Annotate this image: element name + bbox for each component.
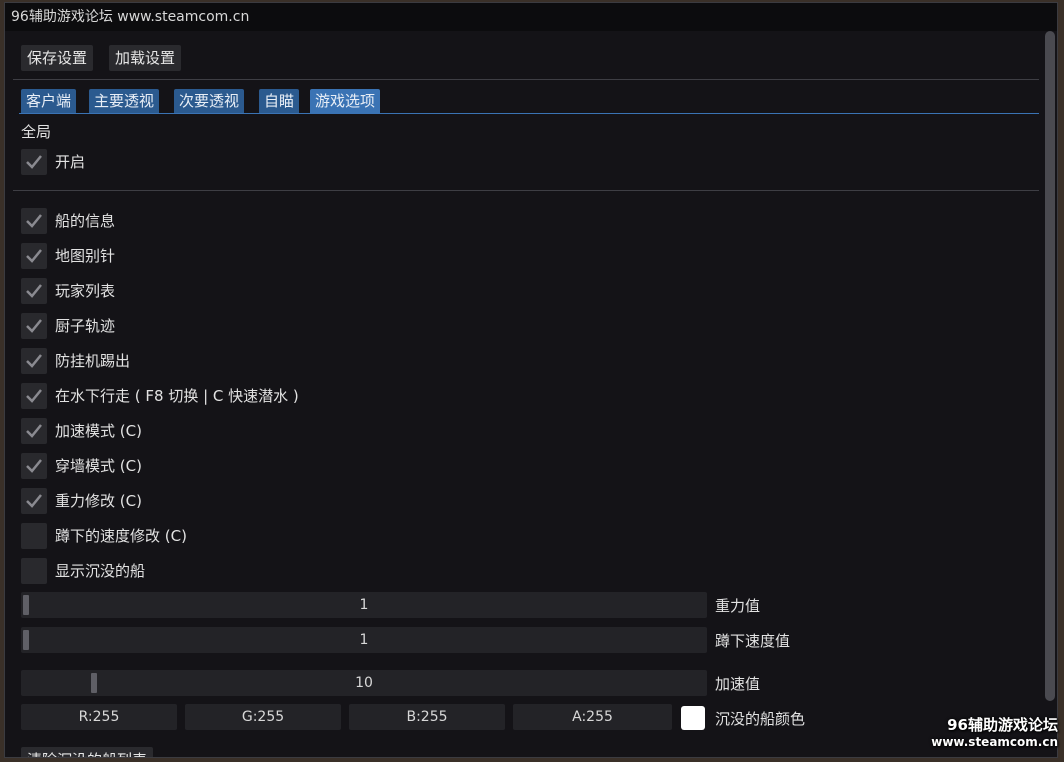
color-r-field[interactable]: R:255 <box>21 704 177 730</box>
slider-grab[interactable] <box>23 630 29 650</box>
checkbox-row-noclip-mode[interactable]: 穿墙模式 (C) <box>5 453 1057 479</box>
checkmark-icon <box>26 284 42 298</box>
gravity-value-label: 重力值 <box>715 597 761 615</box>
tab-client[interactable]: 客户端 <box>21 89 77 113</box>
checkbox-show-sunk-ships[interactable] <box>21 558 47 584</box>
slider-grab[interactable] <box>23 595 29 615</box>
checkbox-row-underwater-walk[interactable]: 在水下行走 ( F8 切换 | C 快速潜水 ) <box>5 383 1057 409</box>
checkbox-crouch-speed-mod[interactable] <box>21 523 47 549</box>
checkbox-row-gravity-mod[interactable]: 重力修改 (C) <box>5 488 1057 514</box>
checkbox-player-list[interactable] <box>21 278 47 304</box>
slider-value: 10 <box>355 675 373 691</box>
color-b-field[interactable]: B:255 <box>349 704 505 730</box>
watermark-url: www.steamcom.cn <box>931 735 1058 749</box>
checkmark-icon <box>26 214 42 228</box>
gravity-value-slider[interactable]: 1 <box>21 592 707 618</box>
checkbox-speed-mode[interactable] <box>21 418 47 444</box>
checkbox-label: 加速模式 (C) <box>55 422 142 440</box>
speed-value-slider[interactable]: 10 <box>21 670 707 696</box>
checkmark-icon <box>26 494 42 508</box>
scrollbar-thumb[interactable] <box>1045 31 1055 701</box>
speed-value-label: 加速值 <box>715 675 761 693</box>
separator <box>13 79 1039 80</box>
crouch-speed-value-label: 蹲下速度值 <box>715 632 791 650</box>
checkmark-icon <box>26 459 42 473</box>
checkbox-map-pins[interactable] <box>21 243 47 269</box>
checkbox-row-cook-trail[interactable]: 厨子轨迹 <box>5 313 1057 339</box>
checkbox-label: 在水下行走 ( F8 切换 | C 快速潜水 ) <box>55 387 299 405</box>
checkmark-icon <box>26 155 42 169</box>
checkbox-row-ship-info[interactable]: 船的信息 <box>5 208 1057 234</box>
checkbox-label: 开启 <box>55 153 86 171</box>
tab-bar-underline <box>19 113 1039 114</box>
checkbox-cook-trail[interactable] <box>21 313 47 339</box>
checkmark-icon <box>26 424 42 438</box>
checkbox-label: 重力修改 (C) <box>55 492 142 510</box>
checkbox-row-anti-afk[interactable]: 防挂机踢出 <box>5 348 1057 374</box>
checkbox-row-crouch-speed-mod[interactable]: 蹲下的速度修改 (C) <box>5 523 1057 549</box>
load-settings-button[interactable]: 加载设置 <box>109 45 182 71</box>
settings-panel: 保存设置 加载设置 客户端 主要透视 次要透视 自瞄 游戏选项 全局 开启 船的… <box>5 31 1057 757</box>
checkbox-label: 船的信息 <box>55 212 116 230</box>
checkbox-label: 厨子轨迹 <box>55 317 116 335</box>
checkbox-label: 显示沉没的船 <box>55 562 146 580</box>
checkmark-icon <box>26 249 42 263</box>
checkmark-icon <box>26 319 42 333</box>
color-a-field[interactable]: A:255 <box>513 704 672 730</box>
checkbox-noclip-mode[interactable] <box>21 453 47 479</box>
window-title: 96辅助游戏论坛 www.steamcom.cn <box>11 9 250 25</box>
section-heading-global: 全局 <box>21 123 52 141</box>
window-titlebar[interactable]: 96辅助游戏论坛 www.steamcom.cn <box>5 3 1057 31</box>
checkbox-gravity-mod[interactable] <box>21 488 47 514</box>
app-window: 96辅助游戏论坛 www.steamcom.cn 保存设置 加载设置 客户端 主… <box>4 2 1058 758</box>
slider-value: 1 <box>359 632 369 648</box>
color-swatch[interactable] <box>681 706 705 730</box>
slider-value: 1 <box>359 597 369 613</box>
checkbox-row-map-pins[interactable]: 地图别针 <box>5 243 1057 269</box>
checkbox-enable[interactable] <box>21 149 47 175</box>
checkmark-icon <box>26 389 42 403</box>
checkbox-anti-afk[interactable] <box>21 348 47 374</box>
sunk-ship-color-label: 沉没的船颜色 <box>715 710 806 728</box>
checkbox-underwater-walk[interactable] <box>21 383 47 409</box>
checkmark-icon <box>26 354 42 368</box>
checkbox-label: 蹲下的速度修改 (C) <box>55 527 187 545</box>
checkbox-label: 防挂机踢出 <box>55 352 131 370</box>
tab-secondary-esp[interactable]: 次要透视 <box>174 89 245 113</box>
vertical-scrollbar[interactable] <box>1043 31 1055 757</box>
checkbox-row-player-list[interactable]: 玩家列表 <box>5 278 1057 304</box>
tab-main-esp[interactable]: 主要透视 <box>89 89 160 113</box>
watermark-title: 96辅助游戏论坛 <box>947 716 1058 734</box>
crouch-speed-value-slider[interactable]: 1 <box>21 627 707 653</box>
tab-aimbot[interactable]: 自瞄 <box>259 89 300 113</box>
watermark: 96辅助游戏论坛 www.steamcom.cn <box>931 716 1058 750</box>
save-settings-button[interactable]: 保存设置 <box>21 45 94 71</box>
checkbox-ship-info[interactable] <box>21 208 47 234</box>
color-g-field[interactable]: G:255 <box>185 704 341 730</box>
checkbox-row-speed-mode[interactable]: 加速模式 (C) <box>5 418 1057 444</box>
checkbox-label: 地图别针 <box>55 247 116 265</box>
separator <box>13 190 1039 191</box>
checkbox-label: 玩家列表 <box>55 282 116 300</box>
clear-sunk-ships-button[interactable]: 清除沉没的船列表 <box>21 747 154 757</box>
checkbox-row-enable[interactable]: 开启 <box>5 149 1057 175</box>
checkbox-label: 穿墙模式 (C) <box>55 457 142 475</box>
slider-grab[interactable] <box>90 673 97 693</box>
tab-game-options[interactable]: 游戏选项 <box>310 89 381 113</box>
checkbox-row-show-sunk-ships[interactable]: 显示沉没的船 <box>5 558 1057 584</box>
